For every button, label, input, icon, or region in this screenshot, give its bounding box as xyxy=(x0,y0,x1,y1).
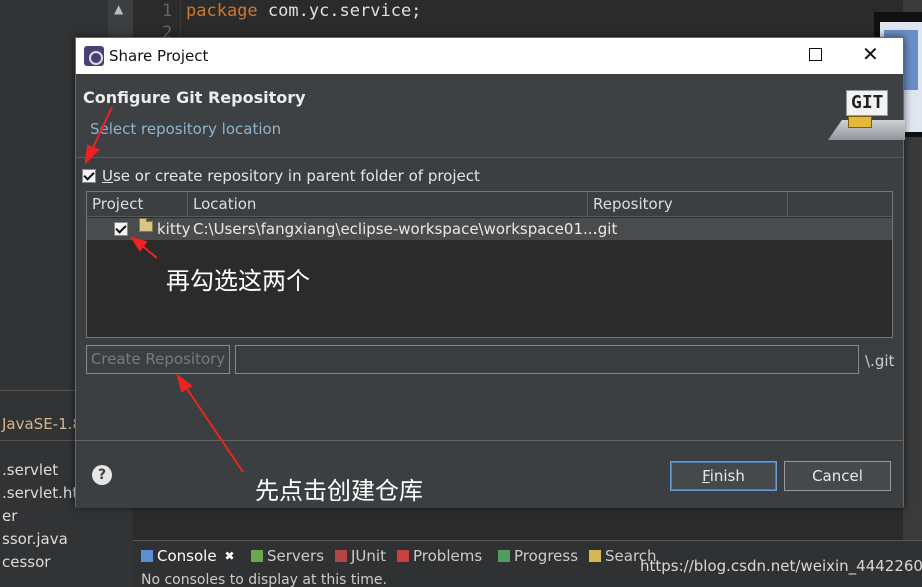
page-title: Configure Git Repository xyxy=(83,88,306,107)
watermark: https://blog.csdn.net/weixin_44422604 xyxy=(640,557,922,575)
use-parent-folder-option[interactable]: Use or create repository in parent folde… xyxy=(82,167,480,185)
tab-label: Servers xyxy=(267,547,325,565)
cell-repository: .git xyxy=(593,220,618,238)
editor-area xyxy=(133,505,922,540)
code-text: com.yc.service; xyxy=(257,1,422,21)
tree-item[interactable]: er xyxy=(2,507,17,525)
logo-cube xyxy=(848,116,872,128)
scroll-up-icon[interactable]: ▲ xyxy=(114,2,123,16)
search-icon xyxy=(589,550,601,562)
tab-label: Console xyxy=(157,547,217,565)
column-header-project[interactable]: Project xyxy=(87,192,188,217)
close-button[interactable]: ✕ xyxy=(862,42,879,66)
junit-icon xyxy=(335,550,347,562)
table-header: Project Location Repository xyxy=(87,192,892,217)
tree-item[interactable]: .servlet xyxy=(2,461,58,479)
tab-junit[interactable]: JUnit xyxy=(335,547,386,565)
table-row[interactable]: kitty C:\Users\fangxiang\eclipse-workspa… xyxy=(87,218,892,240)
column-header-repository[interactable]: Repository xyxy=(588,192,788,217)
mnemonic-letter: U xyxy=(102,167,113,185)
tab-problems[interactable]: Problems xyxy=(397,547,482,565)
annotation-click-create: 先点击创建仓库 xyxy=(255,477,423,505)
git-logo-icon: GIT xyxy=(828,86,905,146)
line-number: 1 xyxy=(162,1,173,21)
tab-progress[interactable]: Progress xyxy=(498,547,578,565)
dialog-titlebar[interactable]: Share Project ✕ xyxy=(76,38,903,74)
tree-item[interactable]: ssor.java xyxy=(2,530,68,548)
progress-icon xyxy=(498,550,510,562)
tab-label: Progress xyxy=(514,547,579,565)
tab-console[interactable]: Console ✖ xyxy=(141,547,235,565)
cell-project: kitty xyxy=(157,220,191,238)
console-message: No consoles to display at this time. xyxy=(141,572,387,587)
tab-label: JUnit xyxy=(351,547,386,565)
column-header-location[interactable]: Location xyxy=(188,192,588,217)
finish-label-rest: inish xyxy=(709,467,745,485)
dialog-footer: ? Finish Cancel xyxy=(76,440,903,508)
cell-location: C:\Users\fangxiang\eclipse-workspace\wor… xyxy=(193,220,598,238)
problems-icon xyxy=(397,550,409,562)
wizard-header: Configure Git Repository Select reposito… xyxy=(76,74,905,158)
annotation-select-both: 再勾选这两个 xyxy=(166,267,310,295)
servers-icon xyxy=(251,550,263,562)
repository-path-input[interactable] xyxy=(235,345,859,374)
code-keyword: package xyxy=(186,1,258,21)
tab-servers[interactable]: Servers xyxy=(251,547,324,565)
project-folder-icon xyxy=(139,218,153,232)
page-subtitle: Select repository location xyxy=(90,120,282,138)
close-icon[interactable]: ✖ xyxy=(225,549,235,563)
label-text: se or create repository in parent folder… xyxy=(112,167,480,185)
dialog-title: Share Project xyxy=(109,47,209,65)
eclipse-icon xyxy=(84,46,104,66)
code-line[interactable]: package com.yc.service; xyxy=(186,1,421,21)
finish-mnemonic: F xyxy=(702,467,710,485)
use-parent-checkbox[interactable] xyxy=(82,169,96,183)
create-repository-button[interactable]: Create Repository xyxy=(86,345,230,374)
tree-item[interactable]: cessor xyxy=(2,553,50,571)
tree-item[interactable]: .servlet.ht xyxy=(2,484,78,502)
finish-button[interactable]: Finish xyxy=(670,461,777,491)
logo-text: GIT xyxy=(846,90,888,116)
git-suffix-label: \.git xyxy=(865,352,895,370)
maximize-button[interactable] xyxy=(809,48,822,61)
tab-label: Problems xyxy=(413,547,483,565)
row-checkbox[interactable] xyxy=(114,222,128,236)
help-icon[interactable]: ? xyxy=(92,465,112,485)
console-icon xyxy=(141,550,153,562)
use-parent-label: Use or create repository in parent folde… xyxy=(102,167,480,185)
cancel-button[interactable]: Cancel xyxy=(784,461,891,491)
